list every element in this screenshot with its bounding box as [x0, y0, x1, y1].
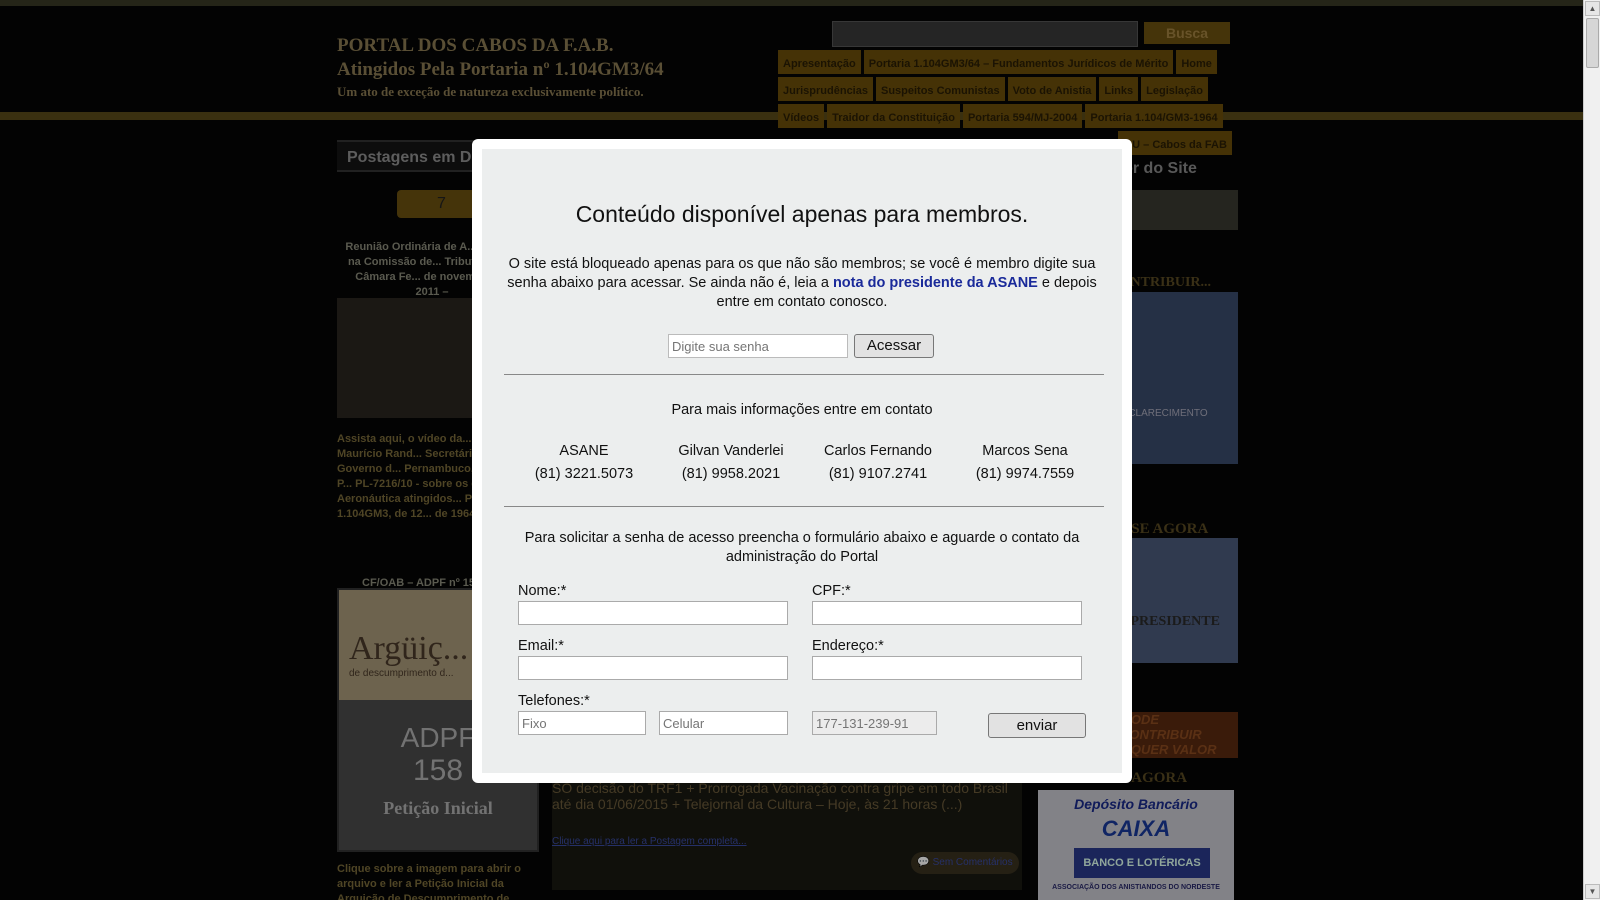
- scroll-down-icon[interactable]: ▼: [1585, 884, 1600, 899]
- contact-name: Gilvan Vanderlei: [678, 443, 784, 459]
- form-heading: Para solicitar a senha de acesso preench…: [524, 530, 1080, 565]
- cpf-field[interactable]: [812, 601, 1082, 625]
- access-button[interactable]: Acessar: [854, 334, 934, 358]
- contact-name: Carlos Fernando: [824, 443, 932, 459]
- email-label: Email:*: [518, 638, 564, 654]
- modal-title: Conteúdo disponível apenas para membros.: [575, 201, 1029, 227]
- contact-name: ASANE: [559, 443, 609, 459]
- members-only-modal: Conteúdo disponível apenas para membros.…: [472, 139, 1132, 783]
- contact-phone: (81) 3221.5073: [534, 466, 634, 482]
- scroll-up-icon[interactable]: ▲: [1585, 1, 1600, 16]
- contact-carlos: Carlos Fernando (81) 9107.2741: [813, 440, 943, 486]
- contact-heading: Para mais informações entre em contato: [671, 402, 933, 418]
- contact-name: Marcos Sena: [982, 443, 1068, 459]
- phones-label: Telefones:*: [518, 693, 590, 709]
- president-note-link[interactable]: nota do presidente da ASANE: [833, 275, 1038, 291]
- name-label: Nome:*: [518, 583, 567, 599]
- mobile-field[interactable]: [659, 711, 788, 735]
- contact-phone: (81) 9958.2021: [681, 466, 781, 482]
- modal-body: Conteúdo disponível apenas para membros.…: [482, 149, 1122, 773]
- contact-gilvan: Gilvan Vanderlei (81) 9958.2021: [666, 440, 796, 486]
- landline-field[interactable]: [518, 711, 646, 735]
- divider: [504, 374, 1104, 375]
- modal-message: O site está bloqueado apenas para os que…: [504, 255, 1100, 312]
- address-field[interactable]: [812, 656, 1082, 680]
- password-input[interactable]: [668, 334, 848, 358]
- divider: [504, 506, 1104, 507]
- contact-asane: ASANE (81) 3221.5073: [519, 440, 649, 486]
- name-field[interactable]: [518, 601, 788, 625]
- address-label: Endereço:*: [812, 638, 884, 654]
- contact-phone: (81) 9107.2741: [828, 466, 928, 482]
- contact-phone: (81) 9974.7559: [975, 466, 1075, 482]
- email-field[interactable]: [518, 656, 788, 680]
- verification-code-field[interactable]: [812, 711, 937, 735]
- contact-marcos: Marcos Sena (81) 9974.7559: [960, 440, 1090, 486]
- scroll-thumb[interactable]: [1586, 18, 1599, 68]
- cpf-label: CPF:*: [812, 583, 851, 599]
- send-button[interactable]: enviar: [988, 713, 1086, 738]
- vertical-scrollbar[interactable]: ▲ ▼: [1583, 0, 1600, 900]
